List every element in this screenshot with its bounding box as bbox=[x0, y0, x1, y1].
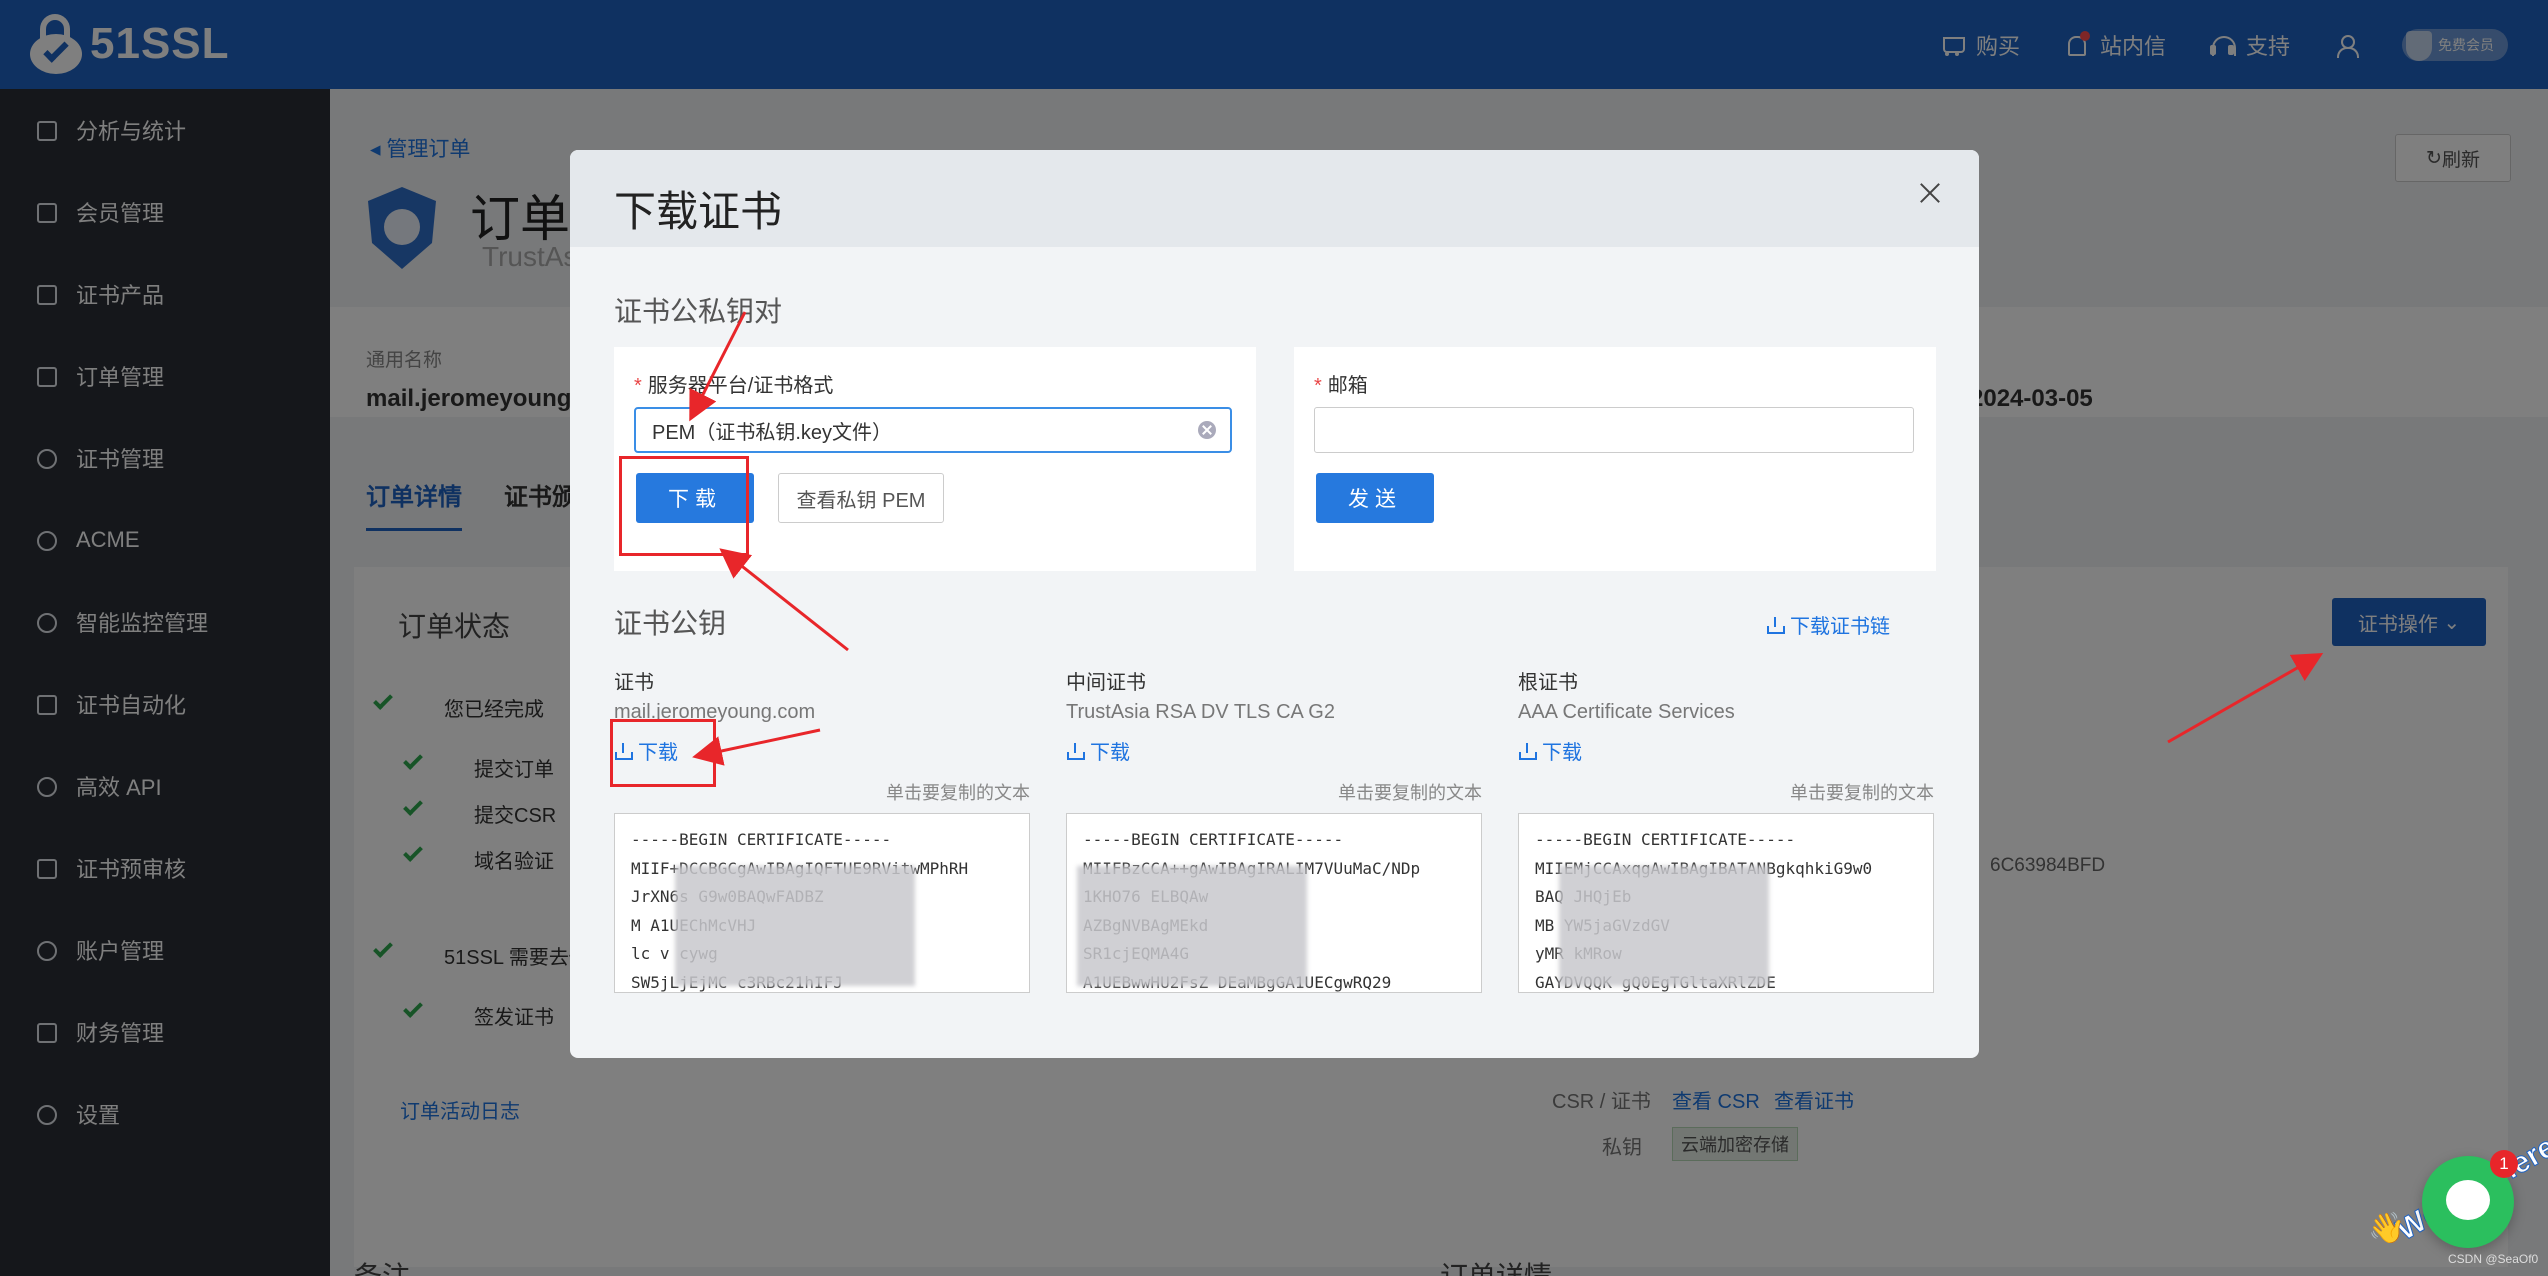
chat-badge: 1 bbox=[2490, 1150, 2518, 1178]
chat-bubble-button[interactable]: 1 bbox=[2422, 1150, 2518, 1248]
annotation-arrows bbox=[689, 311, 2324, 766]
csdn-watermark: CSDN @SeaOf0 bbox=[2448, 1252, 2539, 1266]
chat-icon bbox=[2446, 1180, 2490, 1220]
svg-text:👋: 👋 bbox=[2368, 1211, 2405, 1246]
